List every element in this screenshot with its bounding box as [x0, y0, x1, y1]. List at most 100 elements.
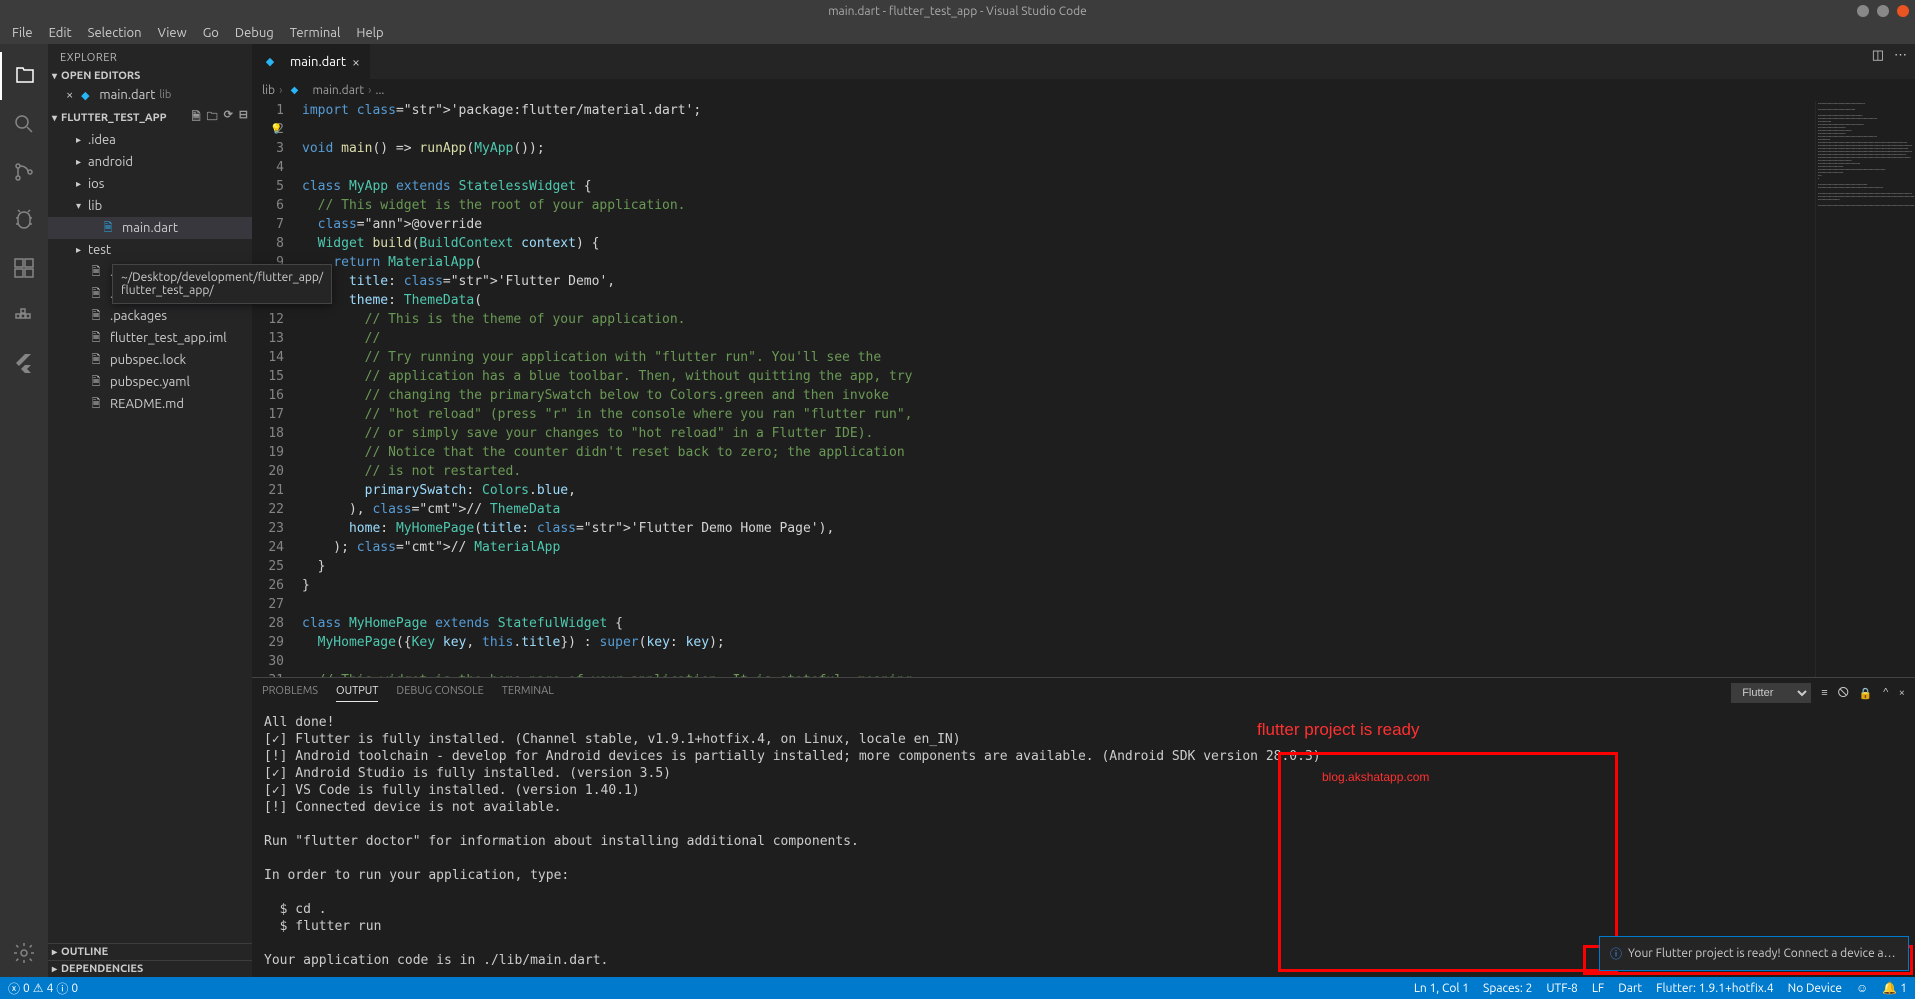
new-file-icon[interactable]: 🗎 — [192, 108, 201, 127]
settings-icon[interactable] — [0, 929, 48, 977]
more-icon[interactable]: ⋯ — [1894, 48, 1907, 63]
status-language[interactable]: Dart — [1618, 982, 1642, 995]
editor-tab[interactable]: ◆ main.dart × — [252, 44, 371, 79]
minimap[interactable]: ▪▪▪▪▪▪▪▪▪▪▪▪▪▪▪▪▪▪▪▪▪▪▪▪▪▪▪▪▪▪▪▪▪▪▪▪▪▪▪ … — [1815, 101, 1915, 677]
panel-tab-terminal[interactable]: TERMINAL — [502, 685, 554, 701]
dependencies-header[interactable]: ▸ DEPENDENCIES — [48, 960, 252, 977]
tree-item--idea[interactable]: ▸.idea — [48, 129, 252, 151]
tree-item-pubspec-lock[interactable]: 🗎pubspec.lock — [48, 349, 252, 371]
error-icon: ⓧ — [8, 980, 20, 997]
tab-bar: ◆ main.dart × — [252, 44, 1915, 79]
menu-file[interactable]: File — [4, 24, 41, 42]
clear-output-icon[interactable]: 🛇 — [1838, 684, 1849, 703]
toast-text: Your Flutter project is ready! Connect a… — [1628, 947, 1898, 960]
menu-go[interactable]: Go — [195, 24, 227, 42]
tree-item-pubspec-yaml[interactable]: 🗎pubspec.yaml — [48, 371, 252, 393]
panel-tab-problems[interactable]: PROBLEMS — [262, 685, 318, 701]
maximize-button[interactable] — [1877, 5, 1889, 17]
sidebar-title: EXPLORER — [48, 44, 252, 68]
close-tab-icon[interactable]: × — [352, 54, 360, 70]
file-icon: 🗎 — [88, 396, 104, 412]
split-editor-icon[interactable]: ◫ — [1872, 48, 1884, 63]
status-device[interactable]: No Device — [1788, 982, 1842, 995]
open-editors-label: OPEN EDITORS — [61, 70, 140, 82]
collapse-icon[interactable]: ⊟ — [239, 108, 248, 127]
minimize-button[interactable] — [1857, 5, 1869, 17]
status-errors[interactable]: ⓧ0 ⚠4 ⓘ0 — [8, 980, 78, 997]
info-icon: ⓘ — [56, 980, 68, 997]
file-icon: 🗎 — [100, 220, 116, 236]
crumb-file[interactable]: main.dart — [312, 84, 364, 97]
close-button[interactable] — [1897, 5, 1909, 17]
project-label: FLUTTER_TEST_APP — [61, 112, 167, 124]
chevron-right-icon: ▸ — [52, 963, 57, 975]
statusbar: ⓧ0 ⚠4 ⓘ0 Ln 1, Col 1 Spaces: 2 UTF-8 LF … — [0, 977, 1915, 999]
menu-debug[interactable]: Debug — [227, 24, 282, 42]
tree-item-main-dart[interactable]: 🗎 main.dart — [48, 217, 252, 239]
toast-notification[interactable]: ⓘ Your Flutter project is ready! Connect… — [1599, 936, 1909, 971]
close-icon[interactable]: × — [66, 88, 73, 102]
open-editors-header[interactable]: ▾ OPEN EDITORS — [48, 68, 252, 84]
dependencies-label: DEPENDENCIES — [61, 963, 143, 975]
panel-tab-output[interactable]: OUTPUT — [336, 685, 378, 702]
bell-icon: 🔔 — [1882, 981, 1897, 995]
status-notifications[interactable]: 🔔1 — [1882, 981, 1907, 995]
window-controls — [1857, 5, 1909, 17]
menu-edit[interactable]: Edit — [41, 24, 80, 42]
explorer-icon[interactable] — [0, 52, 48, 100]
outline-label: OUTLINE — [61, 946, 108, 958]
project-header[interactable]: ▾ FLUTTER_TEST_APP 🗎 🗀 ⟳ ⊟ — [48, 106, 252, 129]
info-icon: ⓘ — [1610, 945, 1622, 962]
tree-item-lib[interactable]: ▾lib — [48, 195, 252, 217]
tree-item-ios[interactable]: ▸ios — [48, 173, 252, 195]
tree-item--packages[interactable]: 🗎.packages — [48, 305, 252, 327]
lock-scroll-icon[interactable]: 🔒 — [1859, 687, 1873, 700]
crumb-lib[interactable]: lib — [262, 84, 275, 97]
menu-terminal[interactable]: Terminal — [282, 24, 349, 42]
file-icon: 🗎 — [88, 264, 104, 280]
status-cursor[interactable]: Ln 1, Col 1 — [1414, 982, 1469, 995]
close-panel-icon[interactable]: × — [1899, 687, 1905, 699]
breadcrumb[interactable]: lib › ◆ main.dart › ... — [252, 79, 1915, 101]
refresh-icon[interactable]: ⟳ — [224, 108, 233, 127]
tree-item-test[interactable]: ▸test — [48, 239, 252, 261]
filter-icon[interactable]: ≡ — [1821, 687, 1827, 699]
tree-item-README-md[interactable]: 🗎README.md — [48, 393, 252, 415]
search-icon[interactable] — [0, 100, 48, 148]
menu-help[interactable]: Help — [348, 24, 391, 42]
panel-tab-debug-console[interactable]: DEBUG CONSOLE — [396, 685, 483, 701]
docker-icon[interactable] — [0, 292, 48, 340]
status-spaces[interactable]: Spaces: 2 — [1483, 982, 1532, 995]
tree-item-android[interactable]: ▸android — [48, 151, 252, 173]
source-control-icon[interactable] — [0, 148, 48, 196]
file-icon: 🗎 — [88, 374, 104, 390]
status-eol[interactable]: LF — [1592, 982, 1604, 995]
status-flutter[interactable]: Flutter: 1.9.1+hotfix.4 — [1656, 982, 1773, 995]
tooltip-line1: ~/Desktop/development/flutter_app/ — [121, 271, 323, 284]
tree-item-label: .packages — [110, 309, 167, 323]
open-editor-item[interactable]: × ◆ main.dart lib — [48, 84, 252, 106]
menu-view[interactable]: View — [150, 24, 195, 42]
debug-icon[interactable] — [0, 196, 48, 244]
tree-item-label: main.dart — [122, 221, 178, 235]
activity-bar — [0, 44, 48, 977]
code-editor[interactable]: 12💡3456789101112131415161718192021222324… — [252, 101, 1915, 677]
chevron-down-icon: ▾ — [52, 112, 57, 124]
new-folder-icon[interactable]: 🗀 — [207, 108, 218, 127]
output-channel-select[interactable]: Flutter — [1731, 683, 1811, 703]
annotation-ready: flutter project is ready — [1257, 720, 1420, 740]
outline-header[interactable]: ▸ OUTLINE — [48, 943, 252, 960]
lightbulb-icon[interactable]: 💡 — [270, 120, 282, 139]
status-encoding[interactable]: UTF-8 — [1546, 982, 1577, 995]
chevron-icon: ▸ — [76, 134, 88, 146]
menu-selection[interactable]: Selection — [80, 24, 150, 42]
maximize-panel-icon[interactable]: ^ — [1883, 687, 1889, 699]
flutter-icon[interactable] — [0, 340, 48, 388]
status-feedback[interactable]: ☺ — [1856, 981, 1868, 995]
window-title: main.dart - flutter_test_app - Visual St… — [828, 5, 1087, 18]
menubar: File Edit Selection View Go Debug Termin… — [0, 22, 1915, 44]
tree-item-flutter_test_app-iml[interactable]: 🗎flutter_test_app.iml — [48, 327, 252, 349]
extensions-icon[interactable] — [0, 244, 48, 292]
crumb-more[interactable]: ... — [376, 84, 385, 97]
tree-item-label: test — [88, 243, 111, 257]
